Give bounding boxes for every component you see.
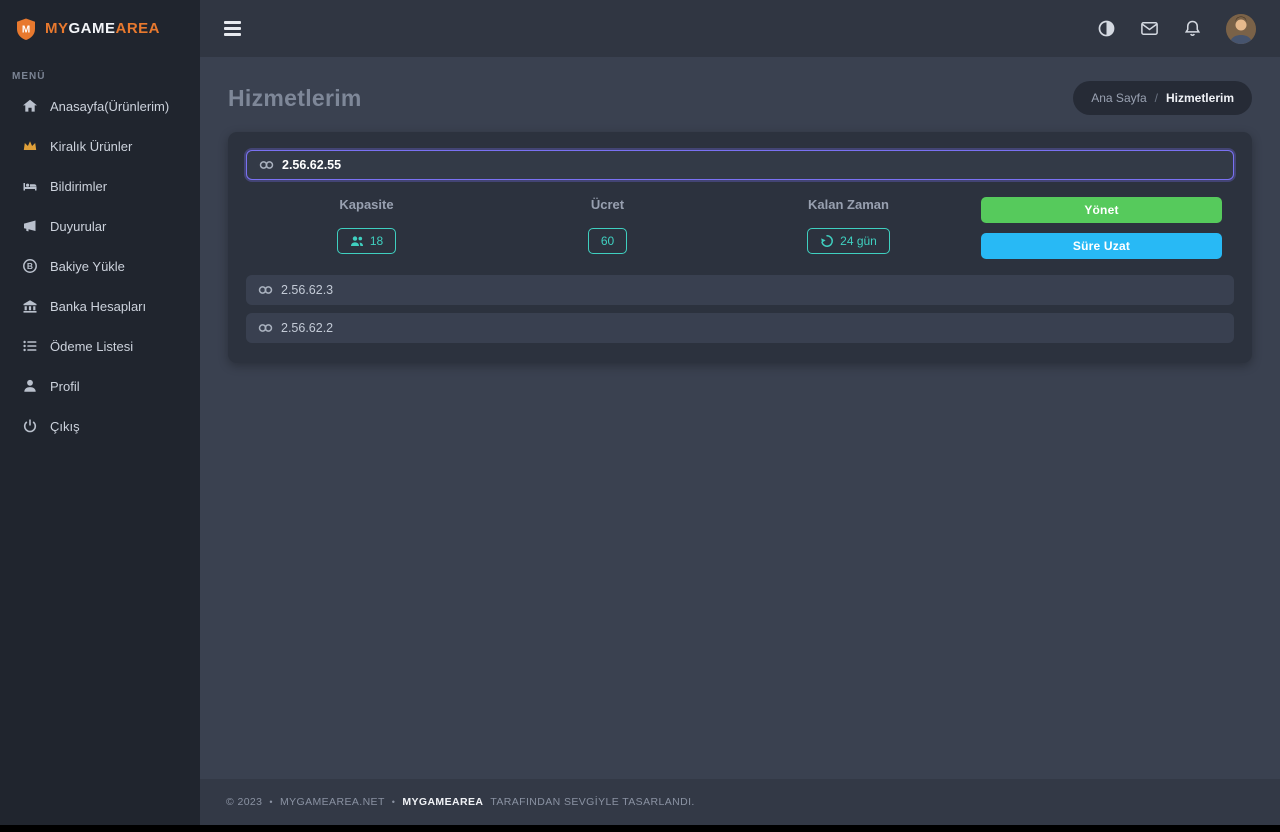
payment-list-icon: [22, 338, 38, 354]
brand-part-area: AREA: [116, 20, 161, 37]
megaphone-icon: [22, 218, 38, 234]
sidebar: M MYGAMEAREA MENÜ Anasayfa(Ürünlerim) Ki…: [0, 0, 200, 825]
footer: © 2023 • MYGAMEAREA.NET • MYGAMEAREA TAR…: [200, 779, 1280, 825]
service-details: Kapasite 18 Ücret 60: [246, 197, 1234, 259]
service-ip: 2.56.62.2: [281, 321, 333, 335]
link-icon: [259, 159, 274, 171]
remaining-value: 24 gün: [840, 234, 877, 248]
svg-text:B: B: [27, 261, 33, 271]
sidebar-item-label: Anasayfa(Ürünlerim): [50, 99, 169, 114]
manage-button[interactable]: Yönet: [981, 197, 1222, 223]
svg-text:M: M: [22, 24, 30, 35]
capacity-value: 18: [370, 234, 383, 248]
crown-icon: [22, 138, 38, 154]
sidebar-item-label: Çıkış: [50, 419, 80, 434]
breadcrumb-current: Hizmetlerim: [1166, 91, 1234, 105]
sidebar-item-duyurular[interactable]: Duyurular: [0, 206, 200, 246]
breadcrumb-home-link[interactable]: Ana Sayfa: [1091, 91, 1146, 105]
footer-brand: MYGAMEAREA: [402, 796, 483, 808]
topbar: [200, 0, 1280, 57]
extend-time-button[interactable]: Süre Uzat: [981, 233, 1222, 259]
sidebar-item-label: Ödeme Listesi: [50, 339, 133, 354]
menu-section-label: MENÜ: [0, 57, 200, 86]
sidebar-item-label: Duyurular: [50, 219, 106, 234]
sidebar-item-odeme-listesi[interactable]: Ödeme Listesi: [0, 326, 200, 366]
price-header: Ücret: [487, 197, 728, 212]
sidebar-item-label: Kiralık Ürünler: [50, 139, 132, 154]
footer-bullet: •: [392, 797, 396, 807]
coin-icon: B: [22, 258, 38, 274]
footer-tagline: TARAFINDAN SEVGİYLE TASARLANDI.: [490, 796, 694, 808]
bell-icon[interactable]: [1183, 19, 1202, 38]
sidebar-item-anasayfa[interactable]: Anasayfa(Ürünlerim): [0, 86, 200, 126]
capacity-chip: 18: [337, 228, 396, 254]
remaining-header: Kalan Zaman: [728, 197, 969, 212]
sidebar-item-cikis[interactable]: Çıkış: [0, 406, 200, 446]
footer-bullet: •: [269, 797, 273, 807]
sidebar-item-banka-hesaplari[interactable]: Banka Hesapları: [0, 286, 200, 326]
service-accordion-collapsed[interactable]: 2.56.62.2: [246, 313, 1234, 343]
sidebar-item-label: Banka Hesapları: [50, 299, 146, 314]
sidebar-item-bildirimler[interactable]: Bildirimler: [0, 166, 200, 206]
service-accordion-collapsed[interactable]: 2.56.62.3: [246, 275, 1234, 305]
price-chip: 60: [588, 228, 627, 254]
service-actions: Yönet Süre Uzat: [969, 197, 1234, 259]
home-icon: [22, 98, 38, 114]
shield-logo-icon: M: [14, 17, 38, 41]
page-title: Hizmetlerim: [228, 85, 362, 112]
sidebar-item-kiralik-urunler[interactable]: Kiralık Ürünler: [0, 126, 200, 166]
notifications-icon: [22, 178, 38, 194]
remaining-chip: 24 gün: [807, 228, 890, 254]
topbar-actions: [1097, 14, 1256, 44]
price-value: 60: [601, 234, 614, 248]
profile-icon: [22, 378, 38, 394]
services-card: 2.56.62.55 Kapasite 18 Ücret: [228, 132, 1252, 363]
page-content: Hizmetlerim Ana Sayfa / Hizmetlerim 2.56…: [200, 57, 1280, 779]
bank-icon: [22, 298, 38, 314]
bottom-strip: [0, 825, 1280, 832]
main-area: Hizmetlerim Ana Sayfa / Hizmetlerim 2.56…: [200, 0, 1280, 825]
link-icon: [258, 284, 273, 296]
capacity-column: Kapasite 18: [246, 197, 487, 254]
brand-part-my: MY: [45, 20, 69, 37]
price-column: Ücret 60: [487, 197, 728, 254]
sidebar-item-bakiye-yukle[interactable]: B Bakiye Yükle: [0, 246, 200, 286]
users-icon: [350, 234, 364, 248]
menu-toggle-icon[interactable]: [224, 21, 241, 36]
brand-name: MYGAMEAREA: [45, 20, 160, 37]
service-ip: 2.56.62.55: [282, 158, 341, 172]
history-icon: [820, 234, 834, 248]
link-icon: [258, 322, 273, 334]
service-ip: 2.56.62.3: [281, 283, 333, 297]
capacity-header: Kapasite: [246, 197, 487, 212]
footer-copyright: © 2023: [226, 796, 262, 808]
brand-logo[interactable]: M MYGAMEAREA: [0, 0, 200, 57]
breadcrumb: Ana Sayfa / Hizmetlerim: [1073, 81, 1252, 115]
user-avatar[interactable]: [1226, 14, 1256, 44]
sidebar-item-profil[interactable]: Profil: [0, 366, 200, 406]
brand-part-game: GAME: [69, 20, 116, 37]
page-header: Hizmetlerim Ana Sayfa / Hizmetlerim: [228, 81, 1252, 115]
app-window: M MYGAMEAREA MENÜ Anasayfa(Ürünlerim) Ki…: [0, 0, 1280, 825]
footer-site-link[interactable]: MYGAMEAREA.NET: [280, 796, 385, 808]
breadcrumb-separator: /: [1155, 91, 1158, 105]
sidebar-item-label: Bildirimler: [50, 179, 107, 194]
remaining-column: Kalan Zaman 24 gün: [728, 197, 969, 254]
service-accordion-expanded[interactable]: 2.56.62.55: [246, 150, 1234, 180]
mail-icon[interactable]: [1140, 19, 1159, 38]
sidebar-item-label: Bakiye Yükle: [50, 259, 125, 274]
theme-contrast-icon[interactable]: [1097, 19, 1116, 38]
logout-power-icon: [22, 418, 38, 434]
sidebar-nav: Anasayfa(Ürünlerim) Kiralık Ürünler Bild…: [0, 86, 200, 446]
sidebar-item-label: Profil: [50, 379, 80, 394]
